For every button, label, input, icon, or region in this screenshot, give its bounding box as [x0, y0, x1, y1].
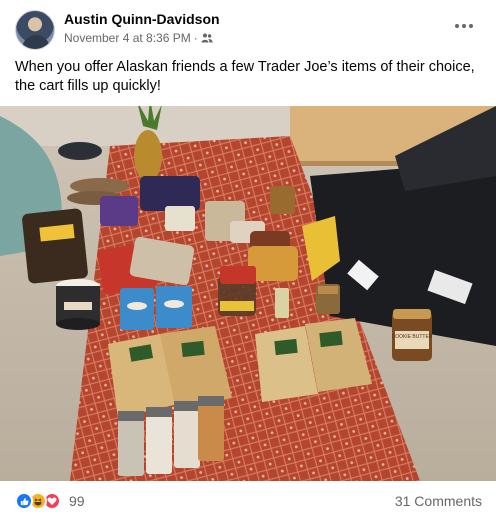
more-options-button[interactable] [448, 12, 480, 40]
author-avatar[interactable] [15, 10, 55, 50]
photo-scene: COOKIE BUTTER [0, 106, 496, 481]
avatar-figure [22, 35, 50, 49]
post-timestamp[interactable]: November 4 at 8:36 PM [64, 31, 191, 45]
comments-count-link[interactable]: 31 Comments [395, 493, 482, 509]
more-dot-icon [455, 24, 459, 28]
like-icon [15, 492, 33, 510]
reaction-summary[interactable]: 99 [15, 492, 85, 510]
more-dot-icon [469, 24, 473, 28]
feed-post: Austin Quinn-Davidson November 4 at 8:36… [0, 0, 496, 525]
meta-separator: · [193, 31, 198, 45]
post-caption: When you offer Alaskan friends a few Tra… [15, 59, 475, 94]
author-name[interactable]: Austin Quinn-Davidson [64, 11, 220, 27]
post-meta: November 4 at 8:36 PM · [64, 31, 213, 45]
more-dot-icon [462, 24, 466, 28]
jar-label: COOKIE BUTTER [392, 334, 433, 340]
post-photo[interactable]: COOKIE BUTTER [0, 106, 496, 481]
reaction-count: 99 [69, 493, 85, 509]
friends-icon [201, 33, 213, 43]
